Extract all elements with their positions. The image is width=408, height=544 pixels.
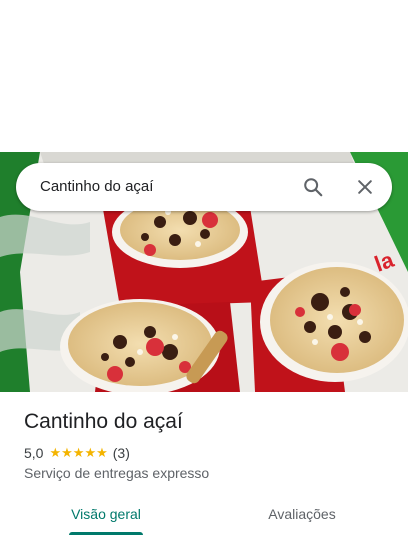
- tab-selected-indicator: [69, 532, 143, 535]
- rating-row[interactable]: 5,0 ★ ★ ★ ★ ★ (3): [24, 444, 130, 462]
- star-icon: ★: [96, 445, 108, 460]
- star-icon: ★: [49, 445, 62, 460]
- search-button[interactable]: [297, 171, 329, 203]
- tab-overview[interactable]: Visão geral: [40, 498, 172, 536]
- search-input[interactable]: Cantinho do açaí: [40, 163, 153, 211]
- tab-reviews[interactable]: Avaliações: [236, 498, 368, 536]
- star-icon: ★: [72, 445, 85, 460]
- star-icon: ★: [61, 445, 73, 460]
- search-bar[interactable]: Cantinho do açaí: [16, 163, 392, 211]
- search-icon: [304, 178, 323, 197]
- star-rating: ★ ★ ★ ★ ★: [49, 445, 107, 461]
- place-name: Cantinho do açaí: [24, 410, 183, 433]
- map-blank-area: [0, 0, 408, 152]
- review-count[interactable]: (3): [113, 445, 130, 461]
- rating-value: 5,0: [24, 445, 44, 461]
- place-category: Serviço de entregas expresso: [24, 465, 210, 481]
- close-button[interactable]: [349, 171, 381, 203]
- place-tabs: Visão geral Avaliações: [0, 498, 408, 544]
- close-icon: [358, 180, 372, 194]
- star-icon: ★: [84, 445, 97, 460]
